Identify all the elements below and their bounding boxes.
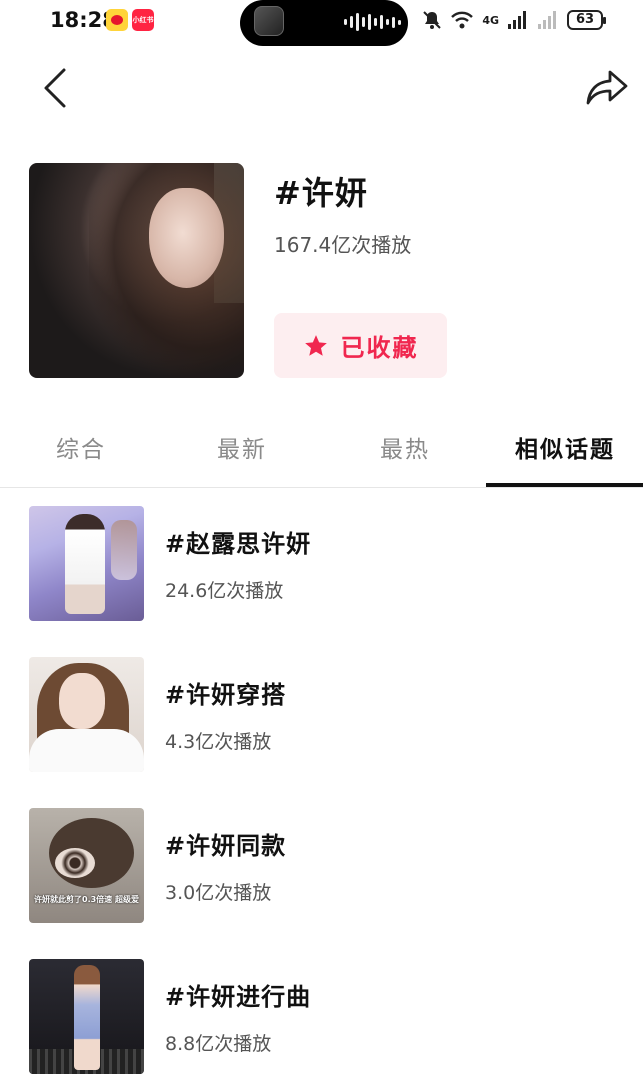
topic-thumbnail: [29, 657, 144, 772]
list-item[interactable]: #许妍穿搭 4.3亿次播放: [0, 657, 643, 775]
tab-latest[interactable]: 最新: [183, 430, 301, 470]
share-button[interactable]: [584, 68, 630, 108]
chevron-left-icon: [44, 68, 66, 108]
list-item[interactable]: #许妍进行曲 8.8亿次播放: [0, 959, 643, 1077]
tab-hottest[interactable]: 最热: [346, 430, 464, 470]
list-item-plays: 3.0亿次播放: [165, 882, 272, 904]
list-item[interactable]: 许妍就此剪了0.3倍速 超级爱 #许妍同款 3.0亿次播放: [0, 808, 643, 926]
topic-title: #许妍: [274, 174, 368, 212]
list-item-plays: 24.6亿次播放: [165, 580, 284, 602]
status-indicators: 4G 63: [422, 8, 606, 32]
list-item[interactable]: #赵露思许妍 24.6亿次播放: [0, 506, 643, 624]
tab-comprehensive[interactable]: 综合: [22, 430, 140, 470]
list-item-plays: 4.3亿次播放: [165, 731, 272, 753]
favorite-button[interactable]: 已收藏: [274, 313, 447, 378]
battery-icon: 63: [567, 10, 606, 30]
tab-similar-topics[interactable]: 相似话题: [490, 430, 640, 470]
list-item-title: #许妍穿搭: [165, 681, 287, 709]
topic-play-count: 167.4亿次播放: [274, 233, 412, 257]
thumbnail-caption: 许妍就此剪了0.3倍速 超级爱: [34, 895, 139, 904]
signal-weak-icon: [538, 11, 556, 29]
list-item-title: #许妍同款: [165, 832, 287, 860]
list-item-title: #许妍进行曲: [165, 983, 312, 1011]
tab-bar: 综合 最新 最热 相似话题: [0, 420, 643, 488]
now-playing-thumbnail: [254, 6, 284, 36]
weibo-icon: [106, 9, 128, 31]
topic-thumbnail: [29, 506, 144, 621]
topic-cover-image[interactable]: [29, 163, 244, 378]
signal-icon: [508, 11, 526, 29]
star-icon: [304, 334, 327, 356]
wifi-icon: [451, 11, 474, 29]
mute-icon: [423, 11, 442, 29]
list-item-title: #赵露思许妍: [165, 530, 312, 558]
share-arrow-icon: [586, 70, 628, 105]
status-bar: 18:28 小红书 4G 63: [0, 0, 643, 46]
favorite-label: 已收藏: [340, 334, 419, 362]
active-tab-indicator: [486, 483, 643, 487]
topic-thumbnail: 许妍就此剪了0.3倍速 超级爱: [29, 808, 144, 923]
xiaohongshu-icon: 小红书: [132, 9, 154, 31]
network-type: 4G: [482, 13, 499, 27]
topic-thumbnail: [29, 959, 144, 1074]
list-item-plays: 8.8亿次播放: [165, 1033, 272, 1055]
audio-wave-icon: [344, 12, 401, 32]
back-button[interactable]: [38, 66, 74, 110]
dynamic-island[interactable]: [240, 0, 408, 46]
